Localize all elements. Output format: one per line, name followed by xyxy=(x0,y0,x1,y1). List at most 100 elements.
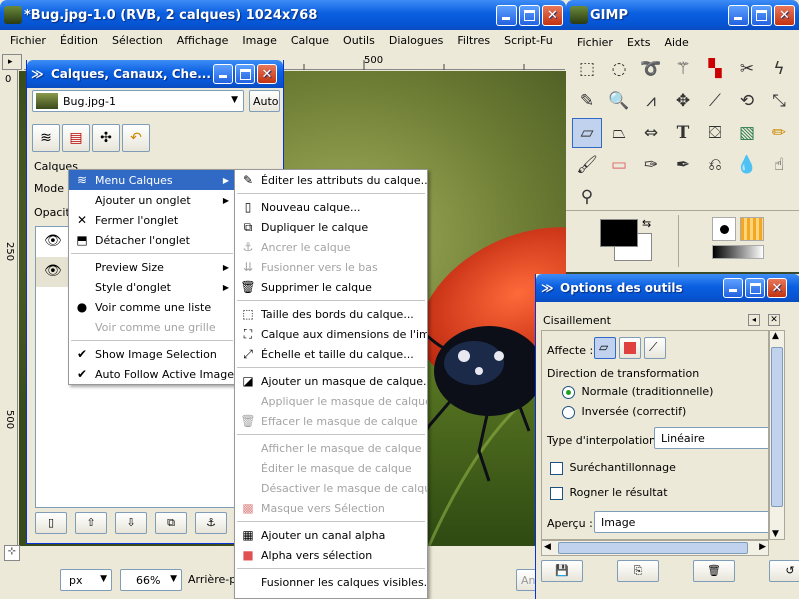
maximize-button[interactable] xyxy=(745,278,765,298)
preview-select[interactable]: Image xyxy=(594,511,768,533)
layers-dialog-titlebar[interactable]: ≫ Calques, Canaux, Che... ✕ xyxy=(27,60,283,88)
delete-options-button[interactable]: 🗑 xyxy=(693,560,735,582)
scroll-right-icon[interactable]: ▶ xyxy=(759,542,766,552)
scissors-icon[interactable]: ✂ xyxy=(732,54,762,84)
close-button[interactable]: ✕ xyxy=(542,5,563,26)
clone-icon[interactable]: ⎌ xyxy=(700,150,730,180)
airbrush-icon[interactable]: ✑ xyxy=(636,150,666,180)
lasso-icon[interactable]: ➰ xyxy=(636,54,666,84)
scale-icon[interactable]: ⤡ xyxy=(764,86,794,116)
tab-paths[interactable]: ✣ xyxy=(92,124,120,152)
color-picker-icon[interactable]: ✎ xyxy=(572,86,602,116)
scroll-left-icon[interactable]: ◀ xyxy=(544,542,551,552)
menu-item[interactable]: ▦ Ajouter un canal alpha xyxy=(235,525,427,545)
rect-select-icon[interactable]: ⬚ xyxy=(572,54,602,84)
clip-checkbox[interactable]: Rogner le résultat xyxy=(550,486,668,500)
raise-layer-button[interactable]: ⇧ xyxy=(75,512,107,534)
blur-icon[interactable]: 💧 xyxy=(732,150,762,180)
eraser-icon[interactable]: ▭ xyxy=(604,150,634,180)
foreground-color[interactable] xyxy=(600,219,638,247)
rotate-icon[interactable]: ⟲ xyxy=(732,86,762,116)
menu-item[interactable]: ✔ Auto Follow Active Image xyxy=(69,364,235,384)
menu-item[interactable]: ⛶ Calque aux dimensions de l'image xyxy=(235,324,427,344)
text-icon[interactable]: T xyxy=(668,118,698,148)
minimize-button[interactable] xyxy=(213,64,233,84)
maximize-button[interactable] xyxy=(235,64,255,84)
close-button[interactable]: ✕ xyxy=(257,64,277,84)
supersample-checkbox[interactable]: Suréchantillonnage xyxy=(550,461,676,475)
vertical-scrollbar[interactable]: ▲ ▼ xyxy=(769,330,785,540)
smudge-icon[interactable]: ☝ xyxy=(764,150,794,180)
duplicate-layer-button[interactable]: ⧉ xyxy=(155,512,187,534)
menu-item-4[interactable]: Image xyxy=(235,34,283,47)
affect-selection-button[interactable] xyxy=(619,337,641,359)
menu-item[interactable]: ● Voir comme une liste xyxy=(69,297,235,317)
toolbox-titlebar[interactable]: GIMP ✕ xyxy=(566,0,799,30)
crop-icon[interactable]: ⟋ xyxy=(700,86,730,116)
menu-item-2[interactable]: Sélection xyxy=(105,34,170,47)
interpolation-select[interactable]: Linéaire xyxy=(654,427,768,449)
menu-item[interactable]: ▯ Nouveau calque... xyxy=(235,197,427,217)
toolbox-menu-item-1[interactable]: Exts xyxy=(620,36,658,49)
color-select-icon[interactable]: ▚ xyxy=(700,54,730,84)
eye-icon[interactable]: 👁 xyxy=(44,233,62,249)
menu-item-5[interactable]: Calque xyxy=(284,34,336,47)
pattern-preview[interactable] xyxy=(740,217,764,241)
image-select[interactable]: Bug.jpg-1 ▼ xyxy=(32,90,244,112)
menu-item[interactable]: ◪ Ajouter un masque de calque... xyxy=(235,371,427,391)
ellipse-select-icon[interactable]: ◌ xyxy=(604,54,634,84)
menu-item-7[interactable]: Dialogues xyxy=(382,34,451,47)
maximize-button[interactable] xyxy=(751,5,772,26)
ink-icon[interactable]: ✒ xyxy=(668,150,698,180)
menu-item[interactable]: 🗑 Supprimer le calque xyxy=(235,277,427,297)
direction-normal-radio[interactable]: Normale (traditionnelle) xyxy=(562,385,713,399)
minimize-button[interactable] xyxy=(496,5,517,26)
magic-wand-icon[interactable]: ⚚ xyxy=(668,54,698,84)
lower-layer-button[interactable]: ⇩ xyxy=(115,512,147,534)
anchor-layer-button[interactable]: ⚓ xyxy=(195,512,227,534)
zoom-icon[interactable]: 🔍 xyxy=(604,86,634,116)
scroll-down-icon[interactable]: ▼ xyxy=(772,529,779,539)
menu-item[interactable]: ✎ Éditer les attributs du calque... xyxy=(235,170,427,190)
perspective-icon[interactable]: ⏢ xyxy=(604,118,634,148)
maximize-button[interactable] xyxy=(519,5,540,26)
menu-item-8[interactable]: Filtres xyxy=(450,34,497,47)
close-tab-icon[interactable]: ✕ xyxy=(768,314,780,326)
menu-item[interactable]: Preview Size ▶ xyxy=(69,257,235,277)
menu-item[interactable]: Ajouter un onglet ▶ xyxy=(69,190,235,210)
menu-item-3[interactable]: Affichage xyxy=(170,34,236,47)
save-options-button[interactable]: 💾 xyxy=(541,560,583,582)
tab-undo[interactable]: ↶ xyxy=(122,124,150,152)
tab-menu-icon[interactable]: ◂ xyxy=(748,314,760,326)
scroll-up-icon[interactable]: ▲ xyxy=(772,331,779,341)
new-layer-button[interactable]: ▯ xyxy=(35,512,67,534)
paths-tool-icon[interactable]: ϟ xyxy=(764,54,794,84)
ruler-corner-menu[interactable]: ▸ xyxy=(2,54,22,70)
toolbox-menu-item-0[interactable]: Fichier xyxy=(570,36,620,49)
zoom-select[interactable]: 66% ▼ xyxy=(120,569,182,591)
scroll-thumb[interactable] xyxy=(558,542,748,554)
menu-item-6[interactable]: Outils xyxy=(336,34,382,47)
pencil-icon[interactable]: ✏ xyxy=(764,118,794,148)
affect-layer-button[interactable]: ▱ xyxy=(594,337,616,359)
toolbox-menu-item-2[interactable]: Aide xyxy=(657,36,695,49)
menu-item[interactable]: ⬚ Taille des bords du calque... xyxy=(235,304,427,324)
gradient-preview[interactable] xyxy=(712,245,764,259)
image-window-titlebar[interactable]: *Bug.jpg-1.0 (RVB, 2 calques) 1024x768 ✕ xyxy=(0,0,566,30)
flip-icon[interactable]: ⇔ xyxy=(636,118,666,148)
direction-inverse-radio[interactable]: Inversée (correctif) xyxy=(562,405,686,419)
menu-item[interactable]: ⬒ Détacher l'onglet xyxy=(69,230,235,250)
menu-item[interactable]: Fusionner les calques visibles... xyxy=(235,572,427,592)
menu-item[interactable]: ✕ Fermer l'onglet xyxy=(69,210,235,230)
menu-item[interactable]: Aplatir l'image xyxy=(235,592,427,599)
close-button[interactable]: ✕ xyxy=(767,278,787,298)
affect-path-button[interactable]: ⟋ xyxy=(644,337,666,359)
menu-item-0[interactable]: Fichier xyxy=(3,34,53,47)
auto-button[interactable]: Auto xyxy=(249,90,280,112)
menu-item[interactable]: ✔ Show Image Selection xyxy=(69,344,235,364)
menu-item-1[interactable]: Édition xyxy=(53,34,105,47)
swap-colors-icon[interactable]: ⇆ xyxy=(642,217,651,230)
tool-options-titlebar[interactable]: ≫ Options des outils ✕ xyxy=(536,274,799,302)
close-button[interactable]: ✕ xyxy=(774,5,795,26)
menu-item[interactable]: Style d'onglet ▶ xyxy=(69,277,235,297)
